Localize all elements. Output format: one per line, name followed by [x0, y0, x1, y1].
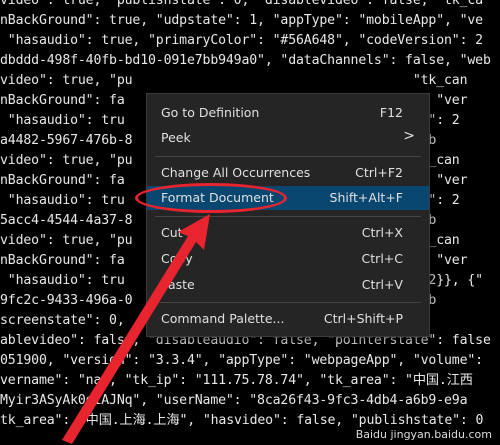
watermark: Baidu jingyan.baidu.com: [355, 428, 492, 441]
annotation-arrow-icon: [62, 214, 210, 444]
